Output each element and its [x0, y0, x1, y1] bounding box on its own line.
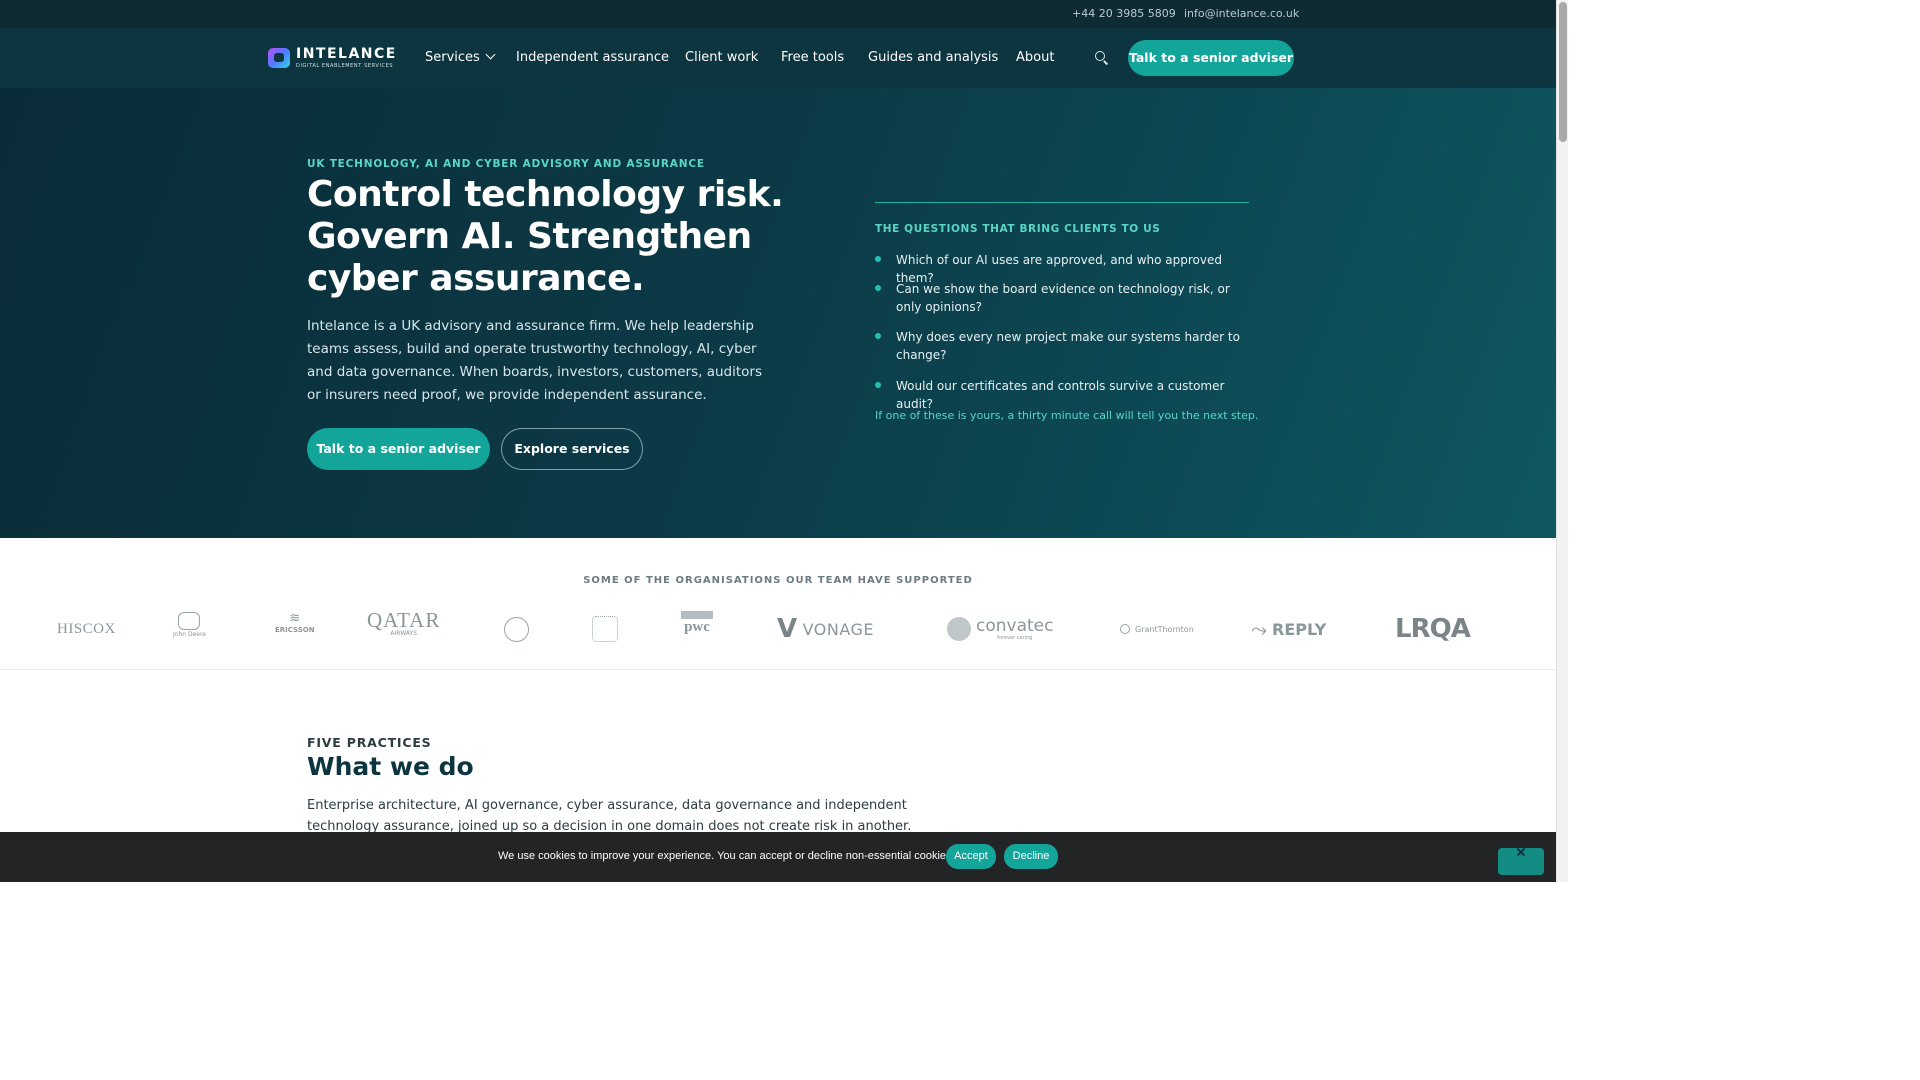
- logo-circle-badge: [504, 614, 529, 644]
- vonage-v-icon: V: [777, 614, 798, 644]
- logo-airways-text: AIRWAYS: [390, 630, 417, 637]
- crest-icon: [592, 616, 618, 642]
- client-logos-strip: SOME OF THE ORGANISATIONS OUR TEAM HAVE …: [0, 538, 1556, 670]
- logo-qatar-text: QATAR: [367, 608, 441, 632]
- questions-note: If one of these is yours, a thirty minut…: [875, 409, 1259, 422]
- logo-john-deere-text: John Deere: [173, 631, 206, 638]
- search-icon[interactable]: [1095, 51, 1109, 65]
- question-text: Would our certificates and controls surv…: [896, 379, 1225, 411]
- logo-hiscox-text: HISCOX: [57, 620, 116, 637]
- phone-link[interactable]: +44 20 3985 5809: [1072, 7, 1176, 20]
- email-link[interactable]: info@intelance.co.uk: [1184, 7, 1299, 20]
- logo-lrqa: LRQA: [1395, 614, 1471, 644]
- top-contact-bar: +44 20 3985 5809 info@intelance.co.uk: [0, 0, 1556, 28]
- hero-title: Control technology risk. Govern AI. Stre…: [307, 174, 784, 299]
- nav-free-tools[interactable]: Free tools: [781, 50, 844, 65]
- page-scrollbar[interactable]: [1556, 0, 1568, 882]
- logo-lrqa-text: LRQA: [1395, 614, 1471, 644]
- chevron-down-icon: [485, 49, 496, 60]
- grant-thornton-mark-icon: [1120, 624, 1130, 634]
- hero-section: UK TECHNOLOGY, AI AND CYBER ADVISORY AND…: [0, 88, 1556, 538]
- logo-pwc-text: pwc: [684, 619, 710, 635]
- scrollbar-thumb[interactable]: [1559, 2, 1567, 142]
- hero-eyebrow: UK TECHNOLOGY, AI AND CYBER ADVISORY AND…: [307, 158, 705, 170]
- intelance-logo[interactable]: INTELANCE DIGITAL ENABLEMENT SERVICES: [268, 46, 395, 72]
- nav-independent-assurance[interactable]: Independent assurance: [516, 50, 669, 65]
- ericsson-mark-icon: ≋: [289, 611, 301, 626]
- logo-tagline: DIGITAL ENABLEMENT SERVICES: [296, 63, 394, 69]
- logo-vonage-text: VONAGE: [802, 619, 875, 639]
- questions-heading: THE QUESTIONS THAT BRING CLIENTS TO US: [875, 223, 1161, 235]
- logo-ericsson: ≋ ERICSSON: [275, 612, 315, 642]
- deer-icon: [178, 612, 201, 630]
- logo-name: INTELANCE: [296, 46, 397, 62]
- talk-to-adviser-button[interactable]: Talk to a senior adviser: [307, 428, 490, 470]
- logo-convatec-tagline: forever caring: [997, 634, 1033, 641]
- close-icon[interactable]: [1498, 848, 1544, 875]
- cookie-message: We use cookies to improve your experienc…: [498, 850, 955, 862]
- client-logos-heading: SOME OF THE ORGANISATIONS OUR TEAM HAVE …: [583, 575, 973, 586]
- logo-convatec-text: convatec: [976, 615, 1054, 636]
- bullet-icon: [875, 382, 881, 388]
- logo-ericsson-text: ERICSSON: [275, 626, 315, 634]
- bullet-icon: [875, 285, 881, 291]
- logo-vonage: V VONAGE: [777, 614, 874, 644]
- pwc-mark-icon: [681, 611, 713, 619]
- badge-icon: [504, 616, 529, 642]
- nav-guides-and-analysis[interactable]: Guides and analysis: [868, 50, 998, 65]
- logo-convatec: convatec forever caring: [947, 614, 1053, 644]
- logo-pwc: pwc: [681, 611, 713, 641]
- practices-title: What we do: [307, 752, 474, 781]
- logo-qatar-airways: QATAR AIRWAYS: [367, 610, 440, 640]
- logo-crest: [592, 614, 618, 644]
- bullet-icon: [875, 333, 881, 339]
- main-navigation: INTELANCE DIGITAL ENABLEMENT SERVICES Se…: [0, 28, 1556, 88]
- logo-john-deere: John Deere: [173, 612, 206, 642]
- nav-services-label: Services: [425, 50, 480, 65]
- convatec-mark-icon: [947, 617, 971, 641]
- logo-reply-text: REPLY: [1272, 619, 1327, 639]
- logo-mark-icon: [268, 48, 290, 68]
- logo-grant-thornton-text: GrantThornton: [1135, 624, 1194, 634]
- questions-panel: THE QUESTIONS THAT BRING CLIENTS TO US W…: [875, 202, 1258, 422]
- question-text: Can we show the board evidence on techno…: [896, 282, 1230, 314]
- question-text: Why does every new project make our syst…: [896, 330, 1240, 362]
- cookie-banner: We use cookies to improve your experienc…: [0, 832, 1556, 882]
- nav-talk-to-adviser-button[interactable]: Talk to a senior adviser: [1128, 40, 1294, 76]
- logo-reply: ⤳ REPLY: [1251, 614, 1326, 644]
- bullet-icon: [875, 256, 881, 262]
- logo-hiscox: HISCOX: [57, 614, 116, 644]
- cookie-accept-button[interactable]: Accept: [946, 844, 996, 869]
- logo-grant-thornton: GrantThornton: [1120, 614, 1194, 644]
- explore-services-button[interactable]: Explore services: [501, 428, 643, 470]
- nav-services[interactable]: Services: [425, 49, 496, 65]
- cookie-decline-button[interactable]: Decline: [1004, 844, 1058, 869]
- practices-eyebrow: FIVE PRACTICES: [307, 735, 432, 750]
- reply-figure-icon: ⤳: [1251, 617, 1267, 641]
- nav-about[interactable]: About: [1016, 50, 1054, 65]
- nav-client-work[interactable]: Client work: [685, 50, 758, 65]
- hero-description: Intelance is a UK advisory and assurance…: [307, 318, 763, 403]
